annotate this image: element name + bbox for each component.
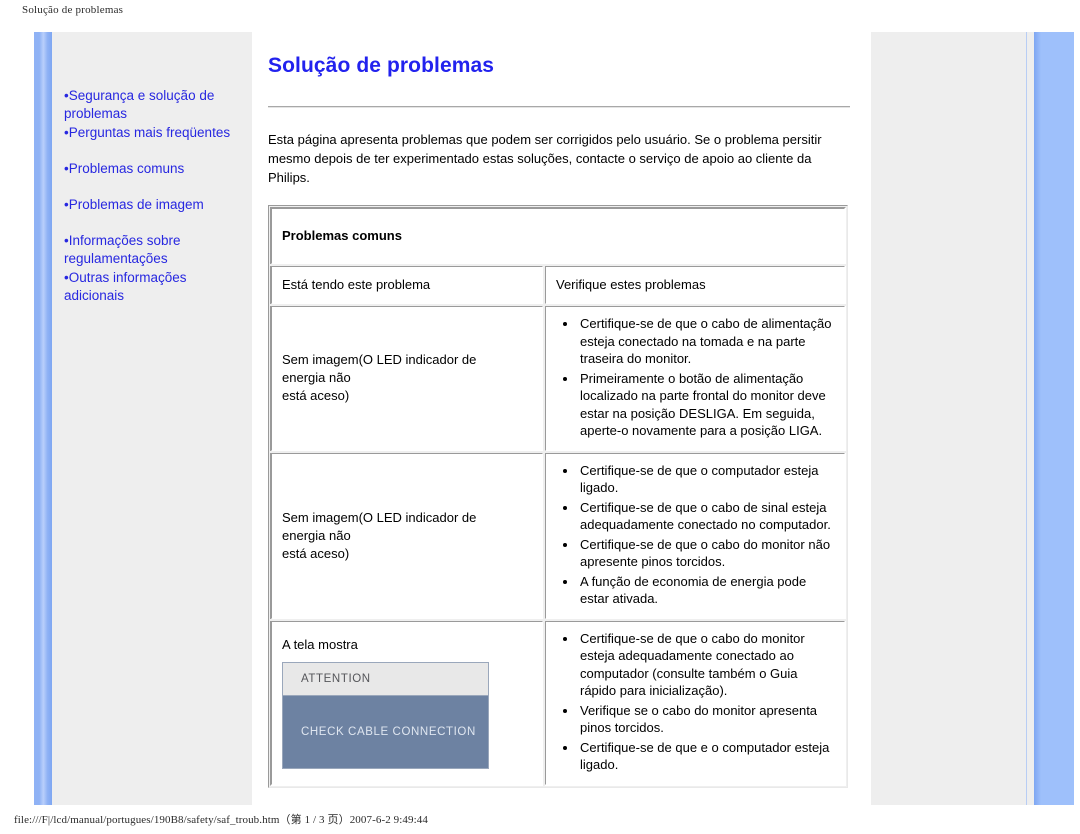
sidebar-item-label: Informações sobre regulamentações [64, 233, 181, 266]
title-divider [268, 106, 850, 108]
sidebar-item-outras-informacoes[interactable]: •Outras informações adicionais [62, 269, 242, 305]
table-row: A tela mostra ATTENTION CHECK CABLE CONN… [269, 618, 847, 787]
symptom-line: está aceso) [282, 545, 350, 561]
checks-list: Certifique-se de que o cabo de alimentaç… [556, 315, 834, 440]
sidebar-navigation: •Segurança e solução de problemas •Pergu… [52, 32, 252, 805]
sidebar-group-2: •Problemas comuns [62, 160, 242, 178]
check-item: Certifique-se de que o cabo do monitor n… [578, 536, 834, 571]
osd-attention-body: CHECK CABLE CONNECTION [283, 696, 488, 768]
right-gray-panel [870, 32, 1049, 805]
print-preview-header-title: Solução de problemas [22, 4, 124, 16]
right-accent-bar [1034, 32, 1074, 805]
check-item: Certifique-se de que o cabo do monitor e… [578, 630, 834, 700]
sidebar-item-label: Problemas comuns [68, 161, 185, 176]
checks-cell: Certifique-se de que o cabo do monitor e… [543, 618, 847, 787]
check-item: Primeiramente o botão de alimentação loc… [578, 370, 834, 440]
sidebar-item-label: Segurança e solução de problemas [64, 88, 215, 121]
sidebar-item-problemas-comuns[interactable]: •Problemas comuns [62, 160, 242, 178]
symptom-cell: Sem imagem(O LED indicador de energia nã… [269, 450, 545, 621]
check-item: Verifique se o cabo do monitor apresenta… [578, 702, 834, 737]
sidebar-item-seguranca-solucao[interactable]: •Segurança e solução de problemas [62, 87, 242, 123]
symptom-line: Sem imagem(O LED indicador de [282, 352, 477, 368]
checks-cell: Certifique-se de que o cabo de alimentaç… [543, 304, 847, 453]
osd-attention-message: CHECK CABLE CONNECTION [301, 726, 476, 738]
symptom-cell: Sem imagem(O LED indicador de energia nã… [269, 304, 545, 453]
page-title: Solução de problemas [268, 54, 495, 77]
column-header-symptom: Está tendo este problema [269, 264, 545, 306]
checks-list: Certifique-se de que o cabo do monitor e… [556, 630, 834, 774]
symptom-line: está aceso) [282, 388, 350, 404]
document-page: •Segurança e solução de problemas •Pergu… [0, 22, 1080, 806]
osd-attention-title: ATTENTION [283, 663, 488, 696]
sidebar-item-label: Perguntas mais freqüentes [68, 125, 231, 140]
sidebar-item-perguntas-frequentes[interactable]: •Perguntas mais freqüentes [62, 124, 242, 142]
common-problems-table: Problemas comuns Está tendo este problem… [268, 205, 848, 788]
left-accent-bar [34, 32, 52, 805]
right-divider-line [1026, 32, 1027, 805]
checks-cell: Certifique-se de que o computador esteja… [543, 450, 847, 621]
osd-attention-graphic: ATTENTION CHECK CABLE CONNECTION [282, 662, 489, 769]
sidebar-links-container: •Segurança e solução de problemas •Pergu… [52, 32, 252, 305]
intro-paragraph: Esta página apresenta problemas que pode… [268, 132, 822, 185]
table-row: Sem imagem(O LED indicador de energia nã… [269, 304, 847, 453]
table-row: Sem imagem(O LED indicador de energia nã… [269, 450, 847, 621]
symptom-line: A tela mostra [282, 637, 358, 652]
column-header-checks: Verifique estes problemas [543, 264, 847, 306]
checks-list: Certifique-se de que o computador esteja… [556, 462, 834, 608]
sidebar-group-1: •Segurança e solução de problemas •Pergu… [62, 87, 242, 142]
sidebar-group-3: •Problemas de imagem [62, 196, 242, 214]
table-header-row: Está tendo este problema Verifique estes… [269, 264, 847, 306]
check-item: Certifique-se de que o cabo de alimentaç… [578, 315, 834, 368]
symptom-line: energia não [282, 527, 351, 543]
symptom-line: Sem imagem(O LED indicador de [282, 509, 477, 525]
check-item: Certifique-se de que o cabo de sinal est… [578, 499, 834, 534]
check-item: Certifique-se de que e o computador este… [578, 739, 834, 774]
sidebar-item-informacoes-regulamentacoes[interactable]: •Informações sobre regulamentações [62, 232, 242, 268]
sidebar-group-4: •Informações sobre regulamentações •Outr… [62, 232, 242, 305]
print-preview-footer: file:///F|/lcd/manual/portugues/190B8/sa… [14, 814, 428, 826]
sidebar-item-problemas-de-imagem[interactable]: •Problemas de imagem [62, 196, 242, 214]
check-item: Certifique-se de que o computador esteja… [578, 462, 834, 497]
sidebar-item-label: Problemas de imagem [68, 197, 204, 212]
symptom-cell: A tela mostra ATTENTION CHECK CABLE CONN… [269, 618, 545, 787]
sidebar-item-label: Outras informações adicionais [64, 270, 187, 303]
check-item: A função de economia de energia pode est… [578, 573, 834, 608]
table-section-title: Problemas comuns [269, 206, 847, 266]
table-section-title-row: Problemas comuns [269, 206, 847, 266]
main-content-panel: Solução de problemas Esta página apresen… [252, 32, 870, 805]
symptom-line: energia não [282, 370, 351, 386]
main-content-inner: Solução de problemas Esta página apresen… [252, 32, 870, 788]
